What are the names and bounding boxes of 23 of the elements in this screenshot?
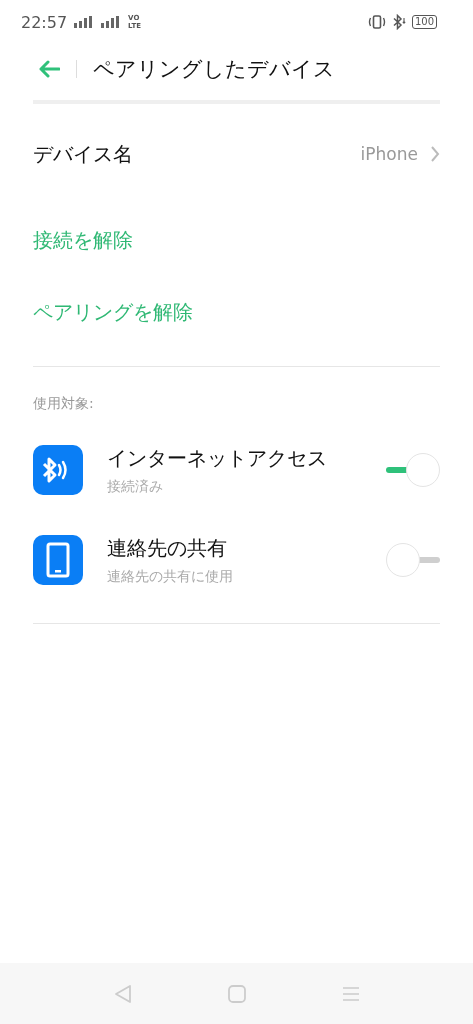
status-time: 22:57 [21,12,68,32]
battery-indicator: 100 [411,15,437,29]
toggle-switch[interactable] [386,453,440,487]
item-title: 連絡先の共有 [107,534,228,562]
row-label: デバイス名 [33,140,133,168]
item-subtitle: 連絡先の共有に使用 [107,567,233,586]
phone-app-icon [33,535,83,585]
menu-icon[interactable] [341,985,360,1002]
action-link[interactable]: ペアリングを解除 [33,298,193,326]
row-value: iPhone [360,144,418,164]
item-title: インターネットアクセス [107,444,327,472]
section-header: 使用対象: [32,394,95,413]
device-name-row[interactable]: デバイス名 iPhone [33,104,440,204]
bluetooth-app-icon [33,445,83,495]
chevron-right-icon [430,145,440,163]
vibrate-icon [367,15,386,29]
action-link[interactable]: 接続を解除 [33,226,133,254]
back-arrow-icon[interactable] [38,60,60,78]
toggle-switch[interactable] [386,543,440,577]
page-title: ペアリングしたデバイス [93,56,335,83]
back-icon[interactable] [113,983,132,1004]
item-subtitle: 接続済み [107,477,164,496]
home-icon[interactable] [227,984,246,1003]
